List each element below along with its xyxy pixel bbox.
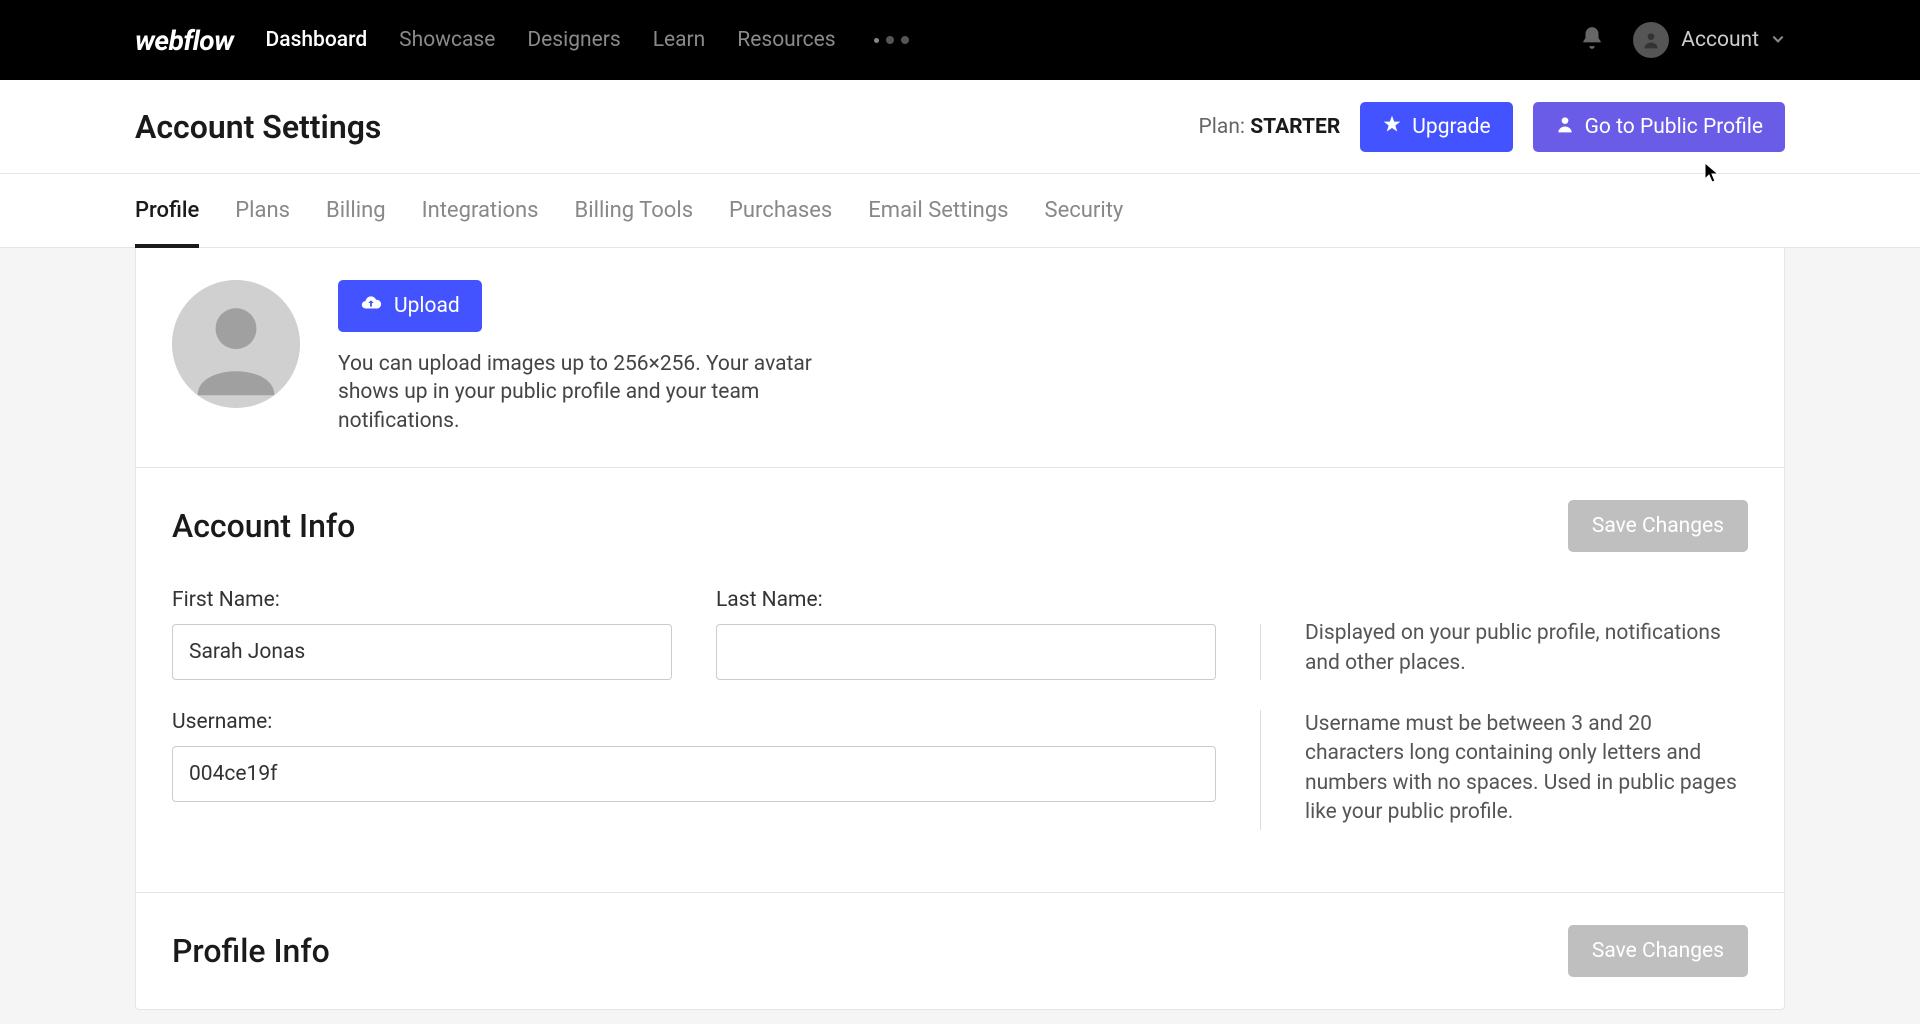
tab-billing[interactable]: Billing (326, 174, 386, 247)
first-name-field-wrapper: First Name: (172, 588, 672, 680)
upgrade-button-label: Upgrade (1412, 115, 1490, 139)
upload-button-label: Upload (394, 294, 460, 318)
nav-resources[interactable]: Resources (737, 28, 841, 52)
account-info-title: Account Info (172, 507, 355, 545)
person-icon (1555, 114, 1575, 140)
account-menu[interactable]: Account (1633, 22, 1785, 58)
avatar-icon (1633, 22, 1669, 58)
last-name-label: Last Name: (716, 588, 1216, 612)
nav-items: Dashboard Showcase Designers Learn Resou… (266, 28, 1548, 52)
profile-info-header: Profile Info Save Changes (172, 925, 1748, 977)
avatar-section: Upload You can upload images up to 256×2… (136, 248, 1784, 468)
divider (1260, 624, 1261, 680)
profile-info-section: Profile Info Save Changes (136, 892, 1784, 1009)
page-title: Account Settings (135, 108, 381, 146)
chevron-down-icon (1771, 31, 1785, 50)
nav-showcase[interactable]: Showcase (399, 28, 495, 52)
page-header: Account Settings Plan: STARTER Upgrade G… (0, 80, 1920, 174)
tab-security[interactable]: Security (1045, 174, 1124, 247)
nav-learn[interactable]: Learn (653, 28, 706, 52)
tab-integrations[interactable]: Integrations (422, 174, 539, 247)
tab-billing-tools[interactable]: Billing Tools (575, 174, 694, 247)
top-navbar: webflow Dashboard Showcase Designers Lea… (0, 0, 1920, 80)
divider (1260, 710, 1261, 830)
username-field-wrapper: Username: (172, 710, 1216, 802)
tab-plans[interactable]: Plans (235, 174, 290, 247)
nav-more-dots[interactable] (874, 36, 909, 44)
last-name-input[interactable] (716, 624, 1216, 680)
dot-icon (874, 38, 879, 43)
nav-resources-label: Resources (737, 28, 835, 52)
nav-designers[interactable]: Designers (527, 28, 620, 52)
account-info-header: Account Info Save Changes (172, 500, 1748, 552)
name-row: First Name: Last Name: Displayed on your… (172, 588, 1748, 680)
notifications-icon[interactable] (1579, 25, 1605, 55)
dot-icon (886, 36, 894, 44)
username-help-text: Username must be between 3 and 20 charac… (1305, 710, 1748, 830)
nav-dashboard[interactable]: Dashboard (266, 28, 368, 52)
upgrade-button[interactable]: Upgrade (1360, 102, 1512, 152)
go-to-public-profile-button[interactable]: Go to Public Profile (1533, 102, 1785, 152)
plan-prefix: Plan: (1199, 115, 1251, 139)
save-changes-button[interactable]: Save Changes (1568, 500, 1748, 552)
first-name-label: First Name: (172, 588, 672, 612)
username-input[interactable] (172, 746, 1216, 802)
settings-tabs: Profile Plans Billing Integrations Billi… (0, 174, 1920, 248)
save-changes-button-profile[interactable]: Save Changes (1568, 925, 1748, 977)
username-label: Username: (172, 710, 1216, 734)
plan-name: STARTER (1250, 115, 1340, 139)
star-icon (1382, 114, 1402, 140)
dot-icon (901, 36, 909, 44)
avatar-placeholder (172, 280, 300, 408)
page-header-right: Plan: STARTER Upgrade Go to Public Profi… (1199, 102, 1785, 152)
plan-text: Plan: STARTER (1199, 115, 1341, 139)
topbar-right: Account (1579, 22, 1785, 58)
profile-content-panel: Upload You can upload images up to 256×2… (135, 248, 1785, 1010)
upload-hint-text: You can upload images up to 256×256. You… (338, 350, 858, 435)
tab-email-settings[interactable]: Email Settings (868, 174, 1008, 247)
upload-column: Upload You can upload images up to 256×2… (338, 280, 858, 435)
cloud-upload-icon (360, 292, 382, 320)
account-info-section: Account Info Save Changes First Name: La… (136, 468, 1784, 892)
profile-info-title: Profile Info (172, 932, 330, 970)
public-profile-button-label: Go to Public Profile (1585, 115, 1763, 139)
name-help-text: Displayed on your public profile, notifi… (1305, 619, 1748, 680)
first-name-input[interactable] (172, 624, 672, 680)
username-row: Username: Username must be between 3 and… (172, 710, 1748, 830)
account-link-label: Account (1681, 28, 1759, 52)
webflow-logo[interactable]: webflow (135, 24, 234, 57)
last-name-field-wrapper: Last Name: (716, 588, 1216, 680)
tab-purchases[interactable]: Purchases (729, 174, 832, 247)
tab-profile[interactable]: Profile (135, 174, 199, 247)
upload-button[interactable]: Upload (338, 280, 482, 332)
